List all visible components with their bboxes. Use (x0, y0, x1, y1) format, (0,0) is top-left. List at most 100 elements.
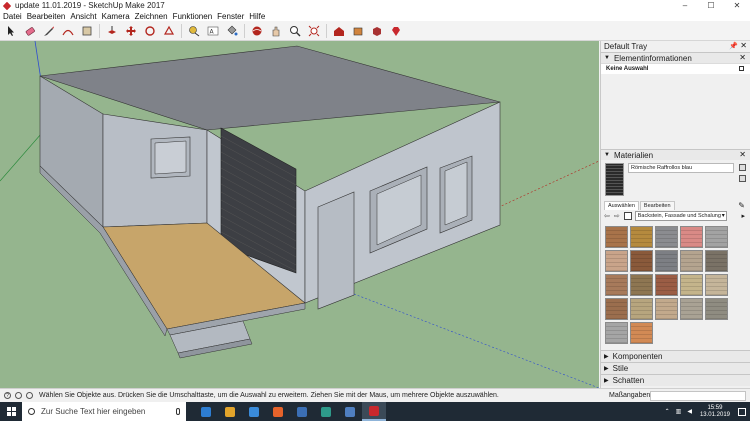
material-swatch[interactable] (630, 226, 653, 248)
material-swatch[interactable] (655, 298, 678, 320)
ruby-icon[interactable] (389, 24, 402, 37)
move-icon[interactable] (124, 24, 137, 37)
microphone-icon[interactable] (176, 408, 180, 415)
network-icon[interactable]: ▥ (676, 408, 682, 415)
material-swatch[interactable] (630, 322, 653, 344)
material-swatch[interactable] (705, 250, 728, 272)
material-swatch[interactable] (630, 298, 653, 320)
clock-date: 13.01.2019 (699, 411, 730, 418)
menu-datei[interactable]: Datei (3, 12, 22, 21)
menu-hilfe[interactable]: Hilfe (249, 12, 265, 21)
menu-kamera[interactable]: Kamera (102, 12, 130, 21)
close-button[interactable]: ✕ (724, 0, 750, 11)
menu-bearbeiten[interactable]: Bearbeiten (27, 12, 66, 21)
paint-bucket-icon[interactable] (225, 24, 238, 37)
geolocation-icon[interactable] (15, 392, 22, 399)
taskbar-app-icon[interactable] (362, 402, 386, 421)
chevron-up-icon[interactable]: ⌃ (665, 408, 670, 415)
material-swatch[interactable] (605, 298, 628, 320)
extension-warehouse-icon[interactable] (351, 24, 364, 37)
components-header[interactable]: ▶ Komponenten (601, 350, 750, 362)
offset-icon[interactable] (162, 24, 175, 37)
forward-arrow-icon[interactable]: ⇨ (614, 212, 620, 220)
entity-info-header[interactable]: ▼ Elementinformationen ✕ (601, 52, 750, 63)
current-material-swatch[interactable] (605, 163, 624, 196)
material-swatch[interactable] (680, 298, 703, 320)
tab-auswaehlen[interactable]: Auswählen (604, 201, 639, 210)
info-icon[interactable]: ? (4, 392, 11, 399)
3d-model-scene[interactable] (0, 41, 599, 388)
taskbar-app-icon[interactable] (338, 402, 362, 421)
select-arrow-icon[interactable] (4, 24, 17, 37)
zoom-extents-icon[interactable] (307, 24, 320, 37)
material-name-field[interactable]: Römische Raffrollos blau (628, 163, 734, 173)
start-button[interactable] (0, 402, 22, 421)
eraser-icon[interactable] (23, 24, 36, 37)
pan-icon[interactable] (269, 24, 282, 37)
menu-fenster[interactable]: Fenster (217, 12, 244, 21)
back-arrow-icon[interactable]: ⇦ (604, 212, 610, 220)
maximize-button[interactable]: ☐ (698, 0, 724, 11)
create-material-icon[interactable] (739, 175, 746, 182)
material-swatch[interactable] (630, 250, 653, 272)
taskbar-app-icon[interactable] (314, 402, 338, 421)
material-swatch[interactable] (605, 322, 628, 344)
taskbar-search[interactable]: Zur Suche Text hier eingeben (22, 402, 186, 421)
material-swatch[interactable] (605, 226, 628, 248)
rectangle-icon[interactable] (80, 24, 93, 37)
material-swatch[interactable] (630, 274, 653, 296)
material-swatch[interactable] (705, 298, 728, 320)
warehouse-icon[interactable] (332, 24, 345, 37)
display-secondary-icon[interactable] (739, 164, 746, 171)
material-library-select[interactable]: Backstein, Fassade und Schalung ▾ (634, 211, 727, 221)
taskbar-app-icon[interactable] (290, 402, 314, 421)
details-arrow-icon[interactable]: ▸ (741, 212, 745, 220)
measurements-input[interactable] (650, 391, 746, 401)
material-swatch[interactable] (680, 250, 703, 272)
material-swatch[interactable] (605, 274, 628, 296)
pin-icon[interactable]: 📌 (729, 42, 738, 50)
taskbar-app-icon[interactable] (266, 402, 290, 421)
orbit-icon[interactable] (250, 24, 263, 37)
material-swatch[interactable] (680, 226, 703, 248)
arc-icon[interactable] (61, 24, 74, 37)
styles-title: Stile (612, 364, 629, 373)
material-swatch[interactable] (705, 226, 728, 248)
modeling-viewport[interactable] (0, 41, 599, 388)
components-icon[interactable] (370, 24, 383, 37)
minimize-button[interactable]: – (672, 0, 698, 11)
tape-measure-icon[interactable] (187, 24, 200, 37)
tray-close-icon[interactable]: ✕ (740, 41, 747, 50)
menu-ansicht[interactable]: Ansicht (70, 12, 96, 21)
material-swatch[interactable] (605, 250, 628, 272)
taskbar-app-icon[interactable] (194, 402, 218, 421)
clock[interactable]: 15:59 13.01.2019 (700, 405, 730, 419)
credits-icon[interactable] (26, 392, 33, 399)
menu-zeichnen[interactable]: Zeichnen (135, 12, 168, 21)
text-icon[interactable]: A (206, 24, 219, 37)
library-nav-row: ⇦ ⇨ Backstein, Fassade und Schalung ▾ ▸ (601, 210, 750, 222)
menu-funktionen[interactable]: Funktionen (173, 12, 213, 21)
panel-close-icon[interactable]: ✕ (739, 150, 746, 159)
panel-close-icon[interactable]: ✕ (739, 53, 746, 62)
material-swatch[interactable] (655, 274, 678, 296)
pencil-icon[interactable] (42, 24, 55, 37)
taskbar-app-icon[interactable] (242, 402, 266, 421)
lock-icon[interactable] (739, 66, 744, 71)
tab-bearbeiten[interactable]: Bearbeiten (639, 201, 675, 210)
styles-header[interactable]: ▶ Stile (601, 362, 750, 374)
material-swatch[interactable] (705, 274, 728, 296)
taskbar-app-icon[interactable] (218, 402, 242, 421)
zoom-icon[interactable] (288, 24, 301, 37)
volume-icon[interactable]: ◀ (687, 408, 692, 415)
push-pull-icon[interactable] (105, 24, 118, 37)
shadows-header[interactable]: ▶ Schatten (601, 374, 750, 386)
material-swatch[interactable] (655, 250, 678, 272)
sample-paint-icon[interactable]: ✎ (738, 201, 745, 210)
home-icon[interactable] (623, 212, 632, 220)
rotate-icon[interactable] (143, 24, 156, 37)
notification-icon[interactable] (738, 407, 746, 416)
material-swatch[interactable] (655, 226, 678, 248)
material-swatch[interactable] (680, 274, 703, 296)
materials-header[interactable]: ▼ Materialien ✕ (601, 149, 750, 160)
